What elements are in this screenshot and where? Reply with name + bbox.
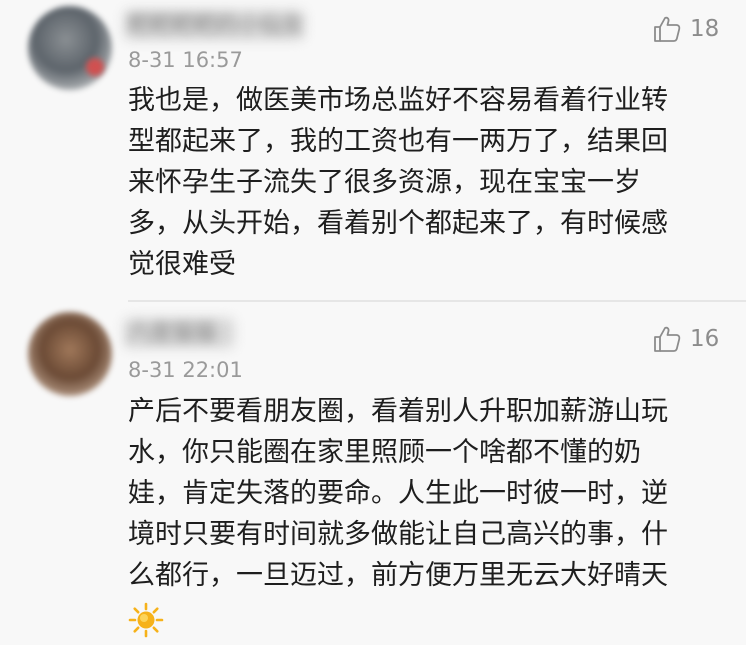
comment-feed: 粑粑粑粑的小仙女 8-31 16:57 18 我也是，做医美市场总监好不容易看着… <box>0 0 746 645</box>
comment-timestamp: 8-31 22:01 <box>128 358 243 382</box>
username[interactable]: 粑粑粑粑的小仙女 <box>128 12 304 40</box>
avatar-badge-icon <box>86 58 104 76</box>
avatar[interactable] <box>28 6 112 90</box>
avatar[interactable] <box>28 312 112 396</box>
thumbs-up-icon <box>654 326 681 352</box>
like-button[interactable]: 18 <box>652 12 719 46</box>
comment-text: 我也是，做医美市场总监好不容易看着行业转 型都起来了，我的工资也有一两万了，结果… <box>128 85 668 280</box>
thumbs-up-icon <box>654 16 681 42</box>
like-count: 18 <box>690 16 720 42</box>
comment-item: 六度猫猫 8-31 22:01 16 产后不要看朋友圈，看着别人升职加薪游山玩 … <box>0 302 746 645</box>
like-count: 16 <box>690 326 720 352</box>
like-button[interactable]: 16 <box>652 322 719 356</box>
comment-item: 粑粑粑粑的小仙女 8-31 16:57 18 我也是，做医美市场总监好不容易看着… <box>0 0 746 300</box>
comment-timestamp: 8-31 16:57 <box>128 48 243 72</box>
comment-text: 产后不要看朋友圈，看着别人升职加薪游山玩 水，你只能圈在家里照顾一个啥都不懂的奶… <box>128 396 668 591</box>
sun-emoji-icon <box>128 602 164 638</box>
username[interactable]: 六度猫猫 <box>128 320 216 348</box>
